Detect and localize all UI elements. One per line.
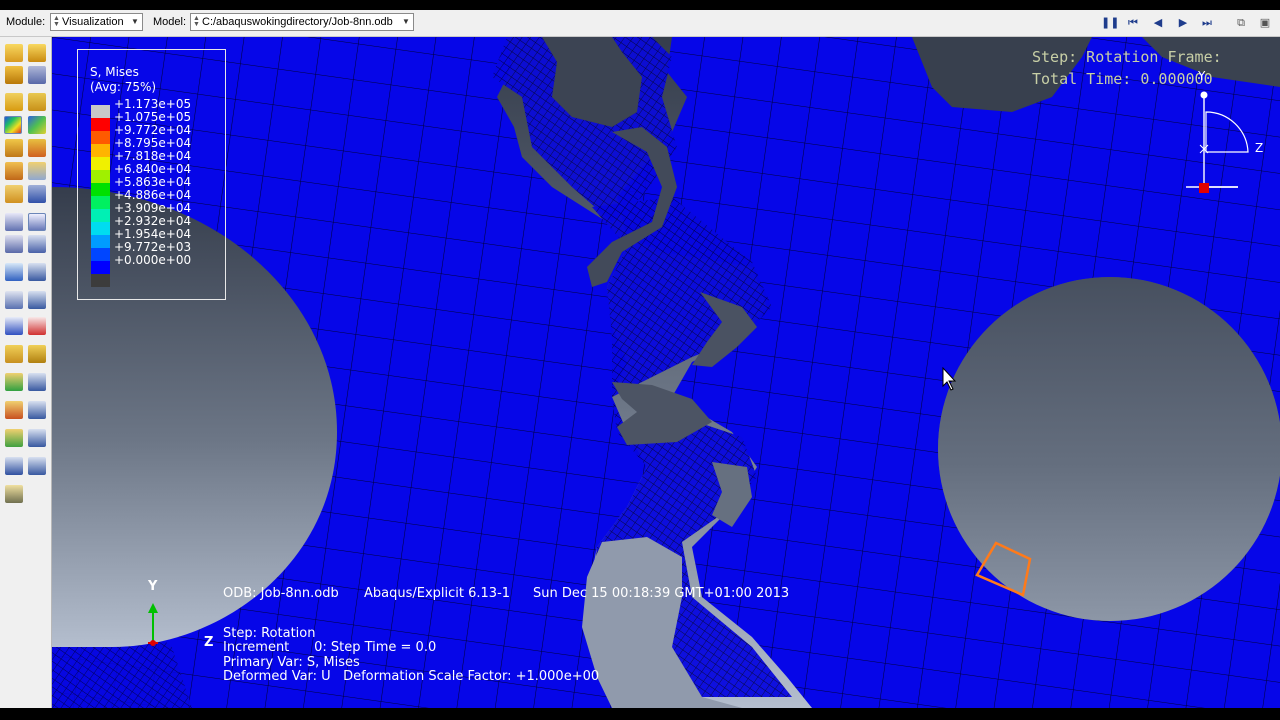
state-primary-var: Primary Var: S, Mises xyxy=(223,655,360,670)
transform-icon[interactable] xyxy=(5,457,23,475)
legend-swatch xyxy=(91,196,110,209)
module-label: Module: xyxy=(6,16,46,28)
module-value: Visualization xyxy=(62,16,124,28)
spin-icon: ▲ ▼ xyxy=(53,15,60,28)
plot-undeformed-icon[interactable] xyxy=(5,93,23,111)
solver-version: Abaqus/Explicit 6.13-1 xyxy=(364,586,511,601)
model-label: Model: xyxy=(153,16,187,28)
context-toolbar: Module: ▲ ▼ Visualization ▼ Model: ▲ ▼ C:/… xyxy=(0,10,1280,37)
free-body-icon[interactable] xyxy=(5,291,23,309)
field-output-manager-icon[interactable] xyxy=(28,373,46,391)
model-select[interactable]: ▲ ▼ C:/abaquswokingdirectory/Job-8nn.odb … xyxy=(190,13,414,31)
legend-swatch xyxy=(91,170,110,183)
contour-plot-icon[interactable] xyxy=(4,116,22,134)
legend-value: +0.000e+00 xyxy=(114,253,192,267)
edit-icon[interactable] xyxy=(28,429,46,447)
viewport-layers-icon[interactable] xyxy=(28,185,46,203)
stream-manager-icon[interactable] xyxy=(28,345,46,363)
state-deformed-var: Deformed Var: U Deformation Scale Factor… xyxy=(223,669,600,684)
first-frame-icon[interactable]: ⏮ xyxy=(1125,15,1141,31)
report-icon[interactable] xyxy=(28,263,46,281)
pause-icon[interactable]: ❚❚ xyxy=(1101,15,1119,31)
superimpose-icon[interactable] xyxy=(5,429,23,447)
legend-swatch xyxy=(91,157,110,170)
legend-swatch xyxy=(91,118,110,131)
triad-y-label: Y xyxy=(1198,69,1206,83)
create-field-output-icon[interactable] xyxy=(5,373,23,391)
legend-swatch xyxy=(91,248,110,261)
contour-legend[interactable]: S, Mises (Avg: 75%) +1.173e+05 +1.075e+05… xyxy=(77,49,226,300)
spin-icon: ▲ ▼ xyxy=(193,15,200,28)
plot-deformed-icon[interactable] xyxy=(28,93,46,111)
legend-swatch xyxy=(91,274,110,287)
query-icon[interactable] xyxy=(5,44,23,62)
triad-bottom-y-label: Y xyxy=(148,579,158,594)
animation-options-icon[interactable] xyxy=(28,213,46,231)
legend-swatch xyxy=(91,209,110,222)
last-frame-icon[interactable]: ⏭ xyxy=(1199,15,1215,31)
probe-icon[interactable] xyxy=(28,44,46,62)
state-increment: Increment 0: Step Time = 0.0 xyxy=(223,640,437,655)
stress-linearization-icon[interactable] xyxy=(5,401,23,419)
legend-swatch xyxy=(91,261,110,274)
step-frame-text: Step: Rotation Frame: xyxy=(1032,48,1222,66)
odb-date: Sun Dec 15 00:18:39 GMT+01:00 2013 xyxy=(533,586,790,601)
legend-swatch xyxy=(91,235,110,248)
legend-swatch xyxy=(91,183,110,196)
legend-swatch xyxy=(91,131,110,144)
xy-plot-icon[interactable] xyxy=(28,235,46,253)
legend-swatch xyxy=(91,222,110,235)
manager-icon[interactable] xyxy=(28,457,46,475)
legend-swatch xyxy=(91,105,110,118)
path-icon[interactable] xyxy=(5,263,23,281)
screen-top-bar xyxy=(0,0,1280,10)
mesh-canvas xyxy=(52,37,1280,708)
state-step: Step: Rotation xyxy=(223,626,316,641)
legend-averaging: (Avg: 75%) xyxy=(90,80,157,94)
symbol-options-icon[interactable] xyxy=(28,139,46,157)
display-group-icon[interactable] xyxy=(28,291,46,309)
model-value: C:/abaquswokingdirectory/Job-8nn.odb xyxy=(202,16,393,28)
chevron-down-icon: ▼ xyxy=(131,17,139,26)
contour-options-icon[interactable] xyxy=(28,116,46,134)
common-options-icon[interactable] xyxy=(28,401,46,419)
set-icon[interactable] xyxy=(5,66,23,84)
symbol-plot-icon[interactable] xyxy=(5,139,23,157)
screen-bottom-bar xyxy=(0,708,1280,720)
group-icon[interactable] xyxy=(28,66,46,84)
cut-manager-icon[interactable] xyxy=(28,317,46,335)
triad-z-label: Z xyxy=(1255,141,1264,155)
odb-name: ODB: Job-8nn.odb xyxy=(223,586,339,601)
legend-variable: S, Mises xyxy=(90,65,139,79)
overlay-plot-icon[interactable] xyxy=(5,185,23,203)
material-orientation-icon[interactable] xyxy=(5,162,23,180)
xy-data-icon[interactable] xyxy=(5,235,23,253)
animate-icon[interactable] xyxy=(5,213,23,231)
toolbox xyxy=(0,37,52,708)
animation-options-icon[interactable]: ⧉ xyxy=(1233,15,1249,31)
viewport[interactable]: S, Mises (Avg: 75%) +1.173e+05 +1.075e+05… xyxy=(52,37,1280,708)
chevron-down-icon: ▼ xyxy=(402,17,410,26)
previous-frame-icon[interactable]: ◀ xyxy=(1150,15,1166,31)
next-frame-icon[interactable]: ▶ xyxy=(1175,15,1191,31)
movie-icon[interactable]: ▣ xyxy=(1257,15,1273,31)
orientation-options-icon[interactable] xyxy=(28,162,46,180)
module-select[interactable]: ▲ ▼ Visualization ▼ xyxy=(50,13,143,31)
total-time-text: Total Time: 0.000000 xyxy=(1032,70,1213,88)
legend-swatch xyxy=(91,144,110,157)
legend-title: S, Mises (Avg: 75%) xyxy=(90,65,156,95)
view-cut-icon[interactable] xyxy=(5,317,23,335)
stream-icon[interactable] xyxy=(5,345,23,363)
triad-bottom-z-label: Z xyxy=(204,635,214,650)
tool-icon[interactable] xyxy=(5,485,23,503)
